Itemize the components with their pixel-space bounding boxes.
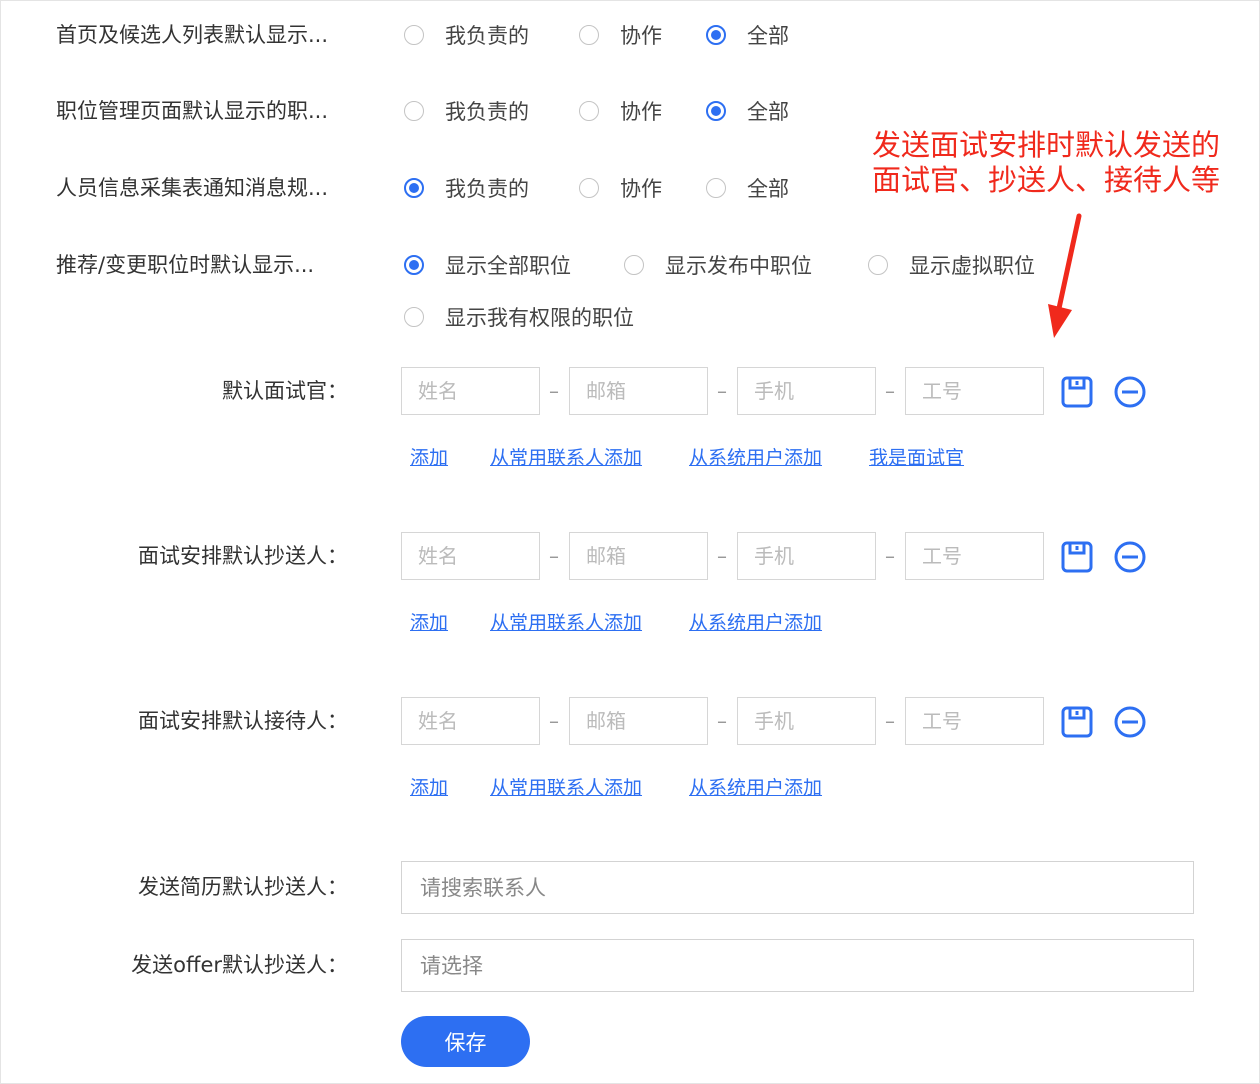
separator: – [549, 709, 559, 733]
radio-collab[interactable]: 协作 [579, 168, 662, 208]
phone-input[interactable] [737, 532, 876, 580]
radio-circle[interactable] [404, 101, 424, 121]
add-from-frequent-contacts-link[interactable]: 从常用联系人添加 [490, 774, 642, 802]
add-from-system-users-link[interactable]: 从系统用户添加 [689, 444, 822, 472]
radio-permitted-positions[interactable]: 显示我有权限的职位 [404, 297, 634, 337]
save-button[interactable]: 保存 [401, 1016, 530, 1067]
separator: – [885, 709, 895, 733]
setting-label: 首页及候选人列表默认显示... [56, 23, 329, 47]
contact-group-label: 面试安排默认接待人： [138, 709, 348, 733]
radio-circle-selected[interactable] [706, 101, 726, 121]
annotation-text: 发送面试安排时默认发送的 面试官、抄送人、接待人等 [872, 128, 1252, 198]
name-input[interactable] [401, 697, 540, 745]
radio-mine[interactable]: 我负责的 [404, 168, 529, 208]
radio-circle[interactable] [404, 307, 424, 327]
contact-group-label: 默认面试官： [222, 379, 348, 403]
add-link[interactable]: 添加 [410, 609, 448, 637]
resume-cc-label: 发送简历默认抄送人： [138, 875, 348, 899]
name-input[interactable] [401, 532, 540, 580]
radio-published-positions[interactable]: 显示发布中职位 [624, 245, 812, 285]
minus-circle-icon[interactable] [1113, 375, 1147, 409]
radio-collab[interactable]: 协作 [579, 15, 662, 55]
radio-all-positions[interactable]: 显示全部职位 [404, 245, 571, 285]
annotation-line: 面试官、抄送人、接待人等 [872, 163, 1221, 197]
radio-label: 协作 [620, 177, 662, 201]
separator: – [717, 544, 727, 568]
save-icon[interactable] [1060, 540, 1094, 574]
radio-mine[interactable]: 我负责的 [404, 91, 529, 131]
radio-label: 显示全部职位 [445, 254, 571, 278]
employee-id-input[interactable] [905, 697, 1044, 745]
offer-cc-select[interactable] [401, 939, 1194, 992]
radio-label: 协作 [620, 24, 662, 48]
add-from-frequent-contacts-link[interactable]: 从常用联系人添加 [490, 609, 642, 637]
radio-label: 全部 [747, 177, 789, 201]
radio-circle-selected[interactable] [706, 25, 726, 45]
add-from-system-users-link[interactable]: 从系统用户添加 [689, 609, 822, 637]
phone-input[interactable] [737, 367, 876, 415]
radio-all[interactable]: 全部 [706, 15, 789, 55]
radio-label: 显示虚拟职位 [909, 254, 1035, 278]
name-input[interactable] [401, 367, 540, 415]
employee-id-input[interactable] [905, 367, 1044, 415]
email-input[interactable] [569, 532, 708, 580]
radio-label: 我负责的 [445, 100, 529, 124]
resume-cc-search-input[interactable] [401, 861, 1194, 914]
setting-row-job-management: 职位管理页面默认显示的职... 我负责的 协作 全部 [0, 91, 1260, 131]
annotation-line: 发送面试安排时默认发送的 [872, 128, 1221, 162]
add-link[interactable]: 添加 [410, 774, 448, 802]
separator: – [549, 544, 559, 568]
minus-circle-icon[interactable] [1113, 705, 1147, 739]
employee-id-input[interactable] [905, 532, 1044, 580]
add-link[interactable]: 添加 [410, 444, 448, 472]
phone-input[interactable] [737, 697, 876, 745]
add-from-frequent-contacts-link[interactable]: 从常用联系人添加 [490, 444, 642, 472]
annotation-arrow-icon [1048, 213, 1082, 338]
radio-mine[interactable]: 我负责的 [404, 15, 529, 55]
radio-label: 我负责的 [445, 177, 529, 201]
email-input[interactable] [569, 697, 708, 745]
minus-circle-icon[interactable] [1113, 540, 1147, 574]
radio-collab[interactable]: 协作 [579, 91, 662, 131]
radio-label: 显示我有权限的职位 [445, 306, 634, 330]
email-input[interactable] [569, 367, 708, 415]
separator: – [885, 379, 895, 403]
contact-group-label: 面试安排默认抄送人： [138, 544, 348, 568]
setting-label: 人员信息采集表通知消息规... [56, 176, 329, 200]
save-icon[interactable] [1060, 375, 1094, 409]
setting-row-home-list: 首页及候选人列表默认显示... 我负责的 协作 全部 [0, 15, 1260, 55]
radio-circle-selected[interactable] [404, 178, 424, 198]
radio-label: 全部 [747, 24, 789, 48]
radio-circle[interactable] [868, 255, 888, 275]
offer-cc-label: 发送offer默认抄送人： [131, 953, 348, 977]
radio-all[interactable]: 全部 [706, 91, 789, 131]
separator: – [549, 379, 559, 403]
radio-circle[interactable] [579, 178, 599, 198]
radio-all[interactable]: 全部 [706, 168, 789, 208]
radio-circle[interactable] [579, 25, 599, 45]
save-icon[interactable] [1060, 705, 1094, 739]
radio-label: 我负责的 [445, 24, 529, 48]
radio-circle[interactable] [624, 255, 644, 275]
radio-label: 显示发布中职位 [665, 254, 812, 278]
setting-label: 职位管理页面默认显示的职... [56, 99, 329, 123]
setting-label: 推荐/变更职位时默认显示... [56, 253, 315, 277]
separator: – [717, 379, 727, 403]
add-from-system-users-link[interactable]: 从系统用户添加 [689, 774, 822, 802]
radio-label: 全部 [747, 100, 789, 124]
radio-circle[interactable] [404, 25, 424, 45]
separator: – [885, 544, 895, 568]
radio-label: 协作 [620, 100, 662, 124]
radio-circle[interactable] [579, 101, 599, 121]
radio-virtual-positions[interactable]: 显示虚拟职位 [868, 245, 1035, 285]
radio-circle-selected[interactable] [404, 255, 424, 275]
separator: – [717, 709, 727, 733]
i-am-interviewer-link[interactable]: 我是面试官 [869, 444, 964, 472]
radio-circle[interactable] [706, 178, 726, 198]
